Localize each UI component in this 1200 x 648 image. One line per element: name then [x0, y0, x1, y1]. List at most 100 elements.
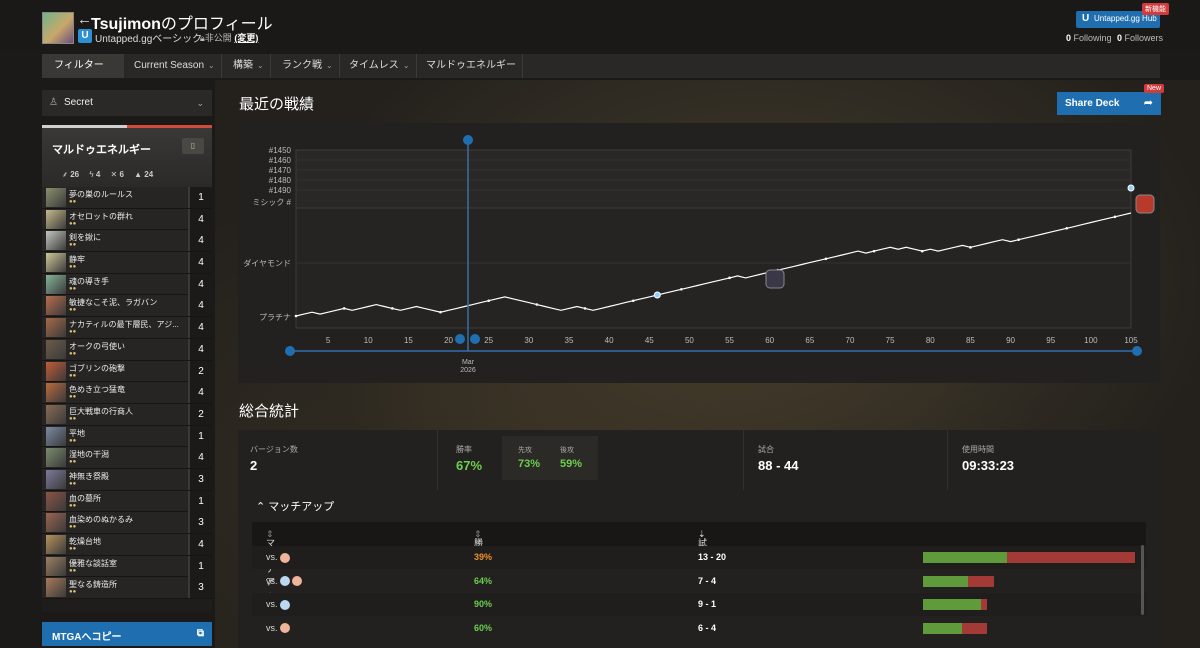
- matchup-row[interactable]: vs. 39% 13 - 20: [252, 546, 1146, 569]
- card-row[interactable]: 巨大戦車の行商人 ●● 2: [42, 403, 212, 426]
- matchup-opponent: vs.: [266, 599, 292, 610]
- matchup-bar: [923, 622, 988, 634]
- matchup-row[interactable]: vs. 90% 9 - 1: [252, 593, 1146, 616]
- card-row[interactable]: オセロットの群れ ●● 4: [42, 208, 212, 231]
- data-point: [583, 307, 587, 310]
- data-point: [342, 307, 346, 310]
- chart-svg: #1450#1460#1470#1480#1490 ミシック # ダイヤモンドプラチ…: [243, 135, 1155, 374]
- collapse-panel-icon[interactable]: ▯: [182, 138, 204, 154]
- chevron-down-icon: ⌄: [196, 98, 204, 108]
- x-tick-label: 95: [1046, 336, 1055, 345]
- marker-handle-icon: [470, 334, 480, 344]
- marker-handle-icon: [463, 135, 473, 145]
- card-row[interactable]: ゴブリンの砲撃 ●● 2: [42, 360, 212, 383]
- matchup-row[interactable]: vs. 60% 6 - 4: [252, 617, 1146, 640]
- x-tick-label: 55: [725, 336, 734, 345]
- mana-cost-icon: ●●: [69, 220, 77, 227]
- back-arrow-icon[interactable]: ←: [77, 11, 92, 28]
- card-art: [46, 318, 66, 338]
- matchup-winrate: 39%: [474, 552, 493, 562]
- x-tick-label: 100: [1084, 336, 1098, 345]
- col-winrate[interactable]: 勝率 ⇕: [474, 529, 483, 561]
- win-bar: [923, 575, 968, 587]
- filter-format[interactable]: 構築 ⌄: [227, 54, 271, 78]
- mana-cost-icon: ●●: [69, 372, 77, 379]
- y-tick-label: #1480: [269, 176, 292, 185]
- card-name: ゴブリンの砲撃: [69, 363, 125, 373]
- following-link[interactable]: 0 Following: [1066, 33, 1112, 43]
- share-deck-button[interactable]: Share Deck ➦: [1057, 92, 1161, 115]
- matchup-winrate: 60%: [474, 622, 493, 633]
- filter-season[interactable]: Current Season ⌄: [128, 54, 222, 78]
- card-row[interactable]: 夢の巣のルールス ●● 1: [42, 187, 212, 209]
- card-row[interactable]: 魂の導き手 ●● 4: [42, 273, 212, 296]
- deck-selector[interactable]: ♙ Secret ⌄: [42, 90, 212, 116]
- card-name: オセロットの群れ: [69, 211, 133, 221]
- filter-timeless[interactable]: タイムレス ⌄: [343, 54, 417, 78]
- chevron-up-icon: ⌃: [256, 501, 266, 513]
- new-badge: New: [1144, 84, 1165, 93]
- filter-deck[interactable]: マルドゥエネルギー: [420, 54, 523, 78]
- col-games[interactable]: 試合 ⇣: [698, 529, 707, 561]
- data-point: [728, 276, 731, 280]
- filter-queue[interactable]: ランク戦 ⌄: [276, 54, 340, 78]
- card-row[interactable]: 血の墓所 ●● 1: [42, 490, 212, 513]
- card-row[interactable]: 敏捷なこそ泥、ラガバン ●● 4: [42, 295, 212, 318]
- card-art: [46, 448, 66, 468]
- copy-to-mtga-button[interactable]: MTGAへコピー ⧉: [42, 622, 212, 646]
- winrate-cell: 勝率 67% 先攻 73% 後攻 59%: [438, 430, 744, 490]
- card-row[interactable]: オークの弓使い ●● 4: [42, 338, 212, 361]
- filter-button[interactable]: フィルター: [42, 54, 124, 78]
- col-matchup[interactable]: マッチアップ ⇕: [266, 529, 275, 613]
- card-row[interactable]: 静牢 ●● 4: [42, 252, 212, 274]
- share-icon: ➦: [1143, 97, 1153, 109]
- creatures-stat: ⸙ 26: [62, 170, 80, 179]
- card-row[interactable]: 乾燥台地 ●● 4: [42, 534, 212, 556]
- date-label: Mar: [462, 359, 475, 366]
- card-row[interactable]: 血染めのぬかるみ ●● 3: [42, 512, 212, 534]
- deck-name: マルドゥエネルギー: [52, 144, 151, 156]
- card-art: [46, 231, 66, 251]
- subscription-label: Untapped.ggベーシック: [95, 34, 203, 45]
- card-name: 色めき立つ猛竜: [69, 385, 125, 395]
- x-tick-label: 25: [484, 336, 493, 345]
- x-tick-label: 70: [846, 336, 855, 345]
- card-row[interactable]: 聖なる鋳造所 ●● 3: [42, 577, 212, 600]
- scrollbar[interactable]: [1141, 545, 1144, 615]
- card-row[interactable]: 色めき立つ猛竜 ●● 4: [42, 382, 212, 404]
- recent-results-title: 最近の戦績: [239, 96, 315, 113]
- matchup-row[interactable]: vs. 64% 7 - 4: [252, 570, 1146, 593]
- avatar[interactable]: [42, 12, 74, 44]
- card-row[interactable]: ナカティルの最下層民、アジ... ●● 4: [42, 317, 212, 339]
- mythic-region: [295, 149, 1132, 209]
- y-tick-label: #1450: [269, 146, 292, 155]
- mana-cost-icon: ●●: [69, 567, 77, 574]
- matchup-bar: [923, 552, 1135, 563]
- card-row[interactable]: 剣を鍬に ●● 4: [42, 230, 212, 253]
- mana-cost-icon: ●●: [69, 589, 77, 596]
- data-point: [391, 307, 394, 310]
- card-row[interactable]: 神無き祭殿 ●● 3: [42, 468, 212, 491]
- loss-bar: [980, 599, 988, 610]
- x-tick-label: 10: [364, 336, 373, 345]
- privacy-change-link[interactable]: (変更): [234, 33, 258, 43]
- matchup-bar: [923, 599, 988, 610]
- card-count: 2: [188, 360, 212, 382]
- card-row[interactable]: 湿地の干潟 ●● 4: [42, 447, 212, 469]
- matchup-toggle[interactable]: ⌃ マッチアップ: [256, 498, 334, 514]
- mana-cost-icon: ●●: [69, 264, 77, 271]
- mana-u-icon: [280, 599, 291, 610]
- chevron-down-icon: ⌄: [402, 61, 410, 70]
- card-name: 血の墓所: [69, 493, 101, 503]
- matchup-games: 7 - 4: [698, 575, 717, 586]
- win-bar: [923, 599, 981, 610]
- card-row[interactable]: 平地 ●● 1: [42, 425, 212, 448]
- mana-cost-icon: ●●: [69, 524, 77, 531]
- card-row[interactable]: 優雅な談話室 ●● 1: [42, 555, 212, 578]
- x-tick-label: 65: [805, 336, 814, 345]
- untapped-logo-icon: U: [78, 29, 92, 43]
- data-point: [680, 287, 683, 291]
- chevron-down-icon: ⌄: [326, 61, 333, 70]
- mana-r-icon: [280, 623, 291, 634]
- followers-link[interactable]: 0 Followers: [1117, 33, 1163, 43]
